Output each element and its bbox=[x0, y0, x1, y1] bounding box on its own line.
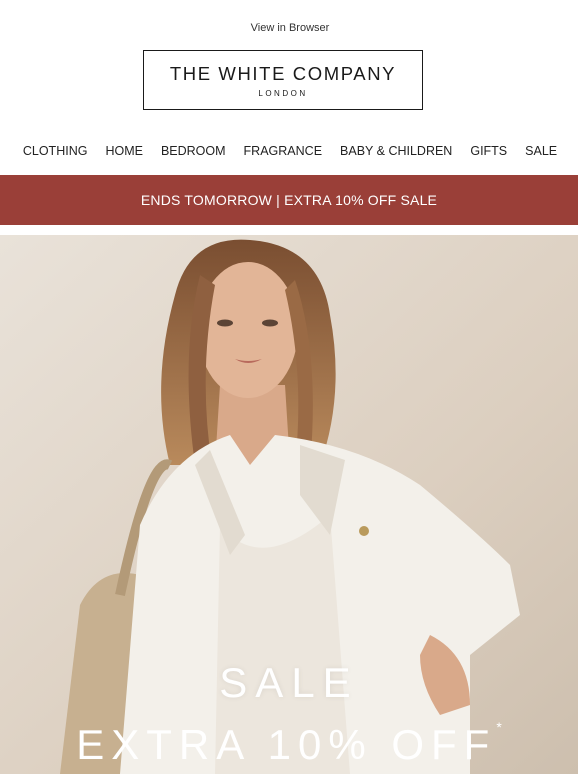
logo-subtitle: LONDON bbox=[258, 89, 308, 98]
nav-item-gifts[interactable]: GIFTS bbox=[461, 144, 516, 158]
brand-logo[interactable]: THE WHITE COMPANY LONDON bbox=[143, 50, 423, 110]
nav-item-baby-children[interactable]: BABY & CHILDREN bbox=[331, 144, 461, 158]
hero-subheadline-text: EXTRA 10% OFF bbox=[76, 721, 497, 768]
hero-image[interactable]: SALE EXTRA 10% OFF* bbox=[0, 235, 578, 774]
hero-headline: SALE bbox=[219, 659, 359, 706]
hero-subheadline: EXTRA 10% OFF* bbox=[0, 719, 578, 769]
main-navigation: CLOTHING HOME BEDROOM FRAGRANCE BABY & C… bbox=[0, 144, 580, 158]
logo-wordmark: THE WHITE COMPANY bbox=[169, 63, 397, 84]
promo-banner-text: ENDS TOMORROW | EXTRA 10% OFF SALE bbox=[140, 192, 438, 208]
hero-asterisk: * bbox=[496, 719, 502, 735]
nav-item-sale[interactable]: SALE bbox=[516, 144, 566, 158]
nav-item-bedroom[interactable]: BEDROOM bbox=[152, 144, 235, 158]
view-in-browser-link[interactable]: View in Browser bbox=[0, 22, 580, 34]
nav-item-clothing[interactable]: CLOTHING bbox=[14, 144, 97, 158]
nav-item-home[interactable]: HOME bbox=[96, 144, 152, 158]
nav-item-fragrance[interactable]: FRAGRANCE bbox=[235, 144, 331, 158]
promo-banner[interactable]: ENDS TOMORROW | EXTRA 10% OFF SALE bbox=[0, 175, 578, 225]
